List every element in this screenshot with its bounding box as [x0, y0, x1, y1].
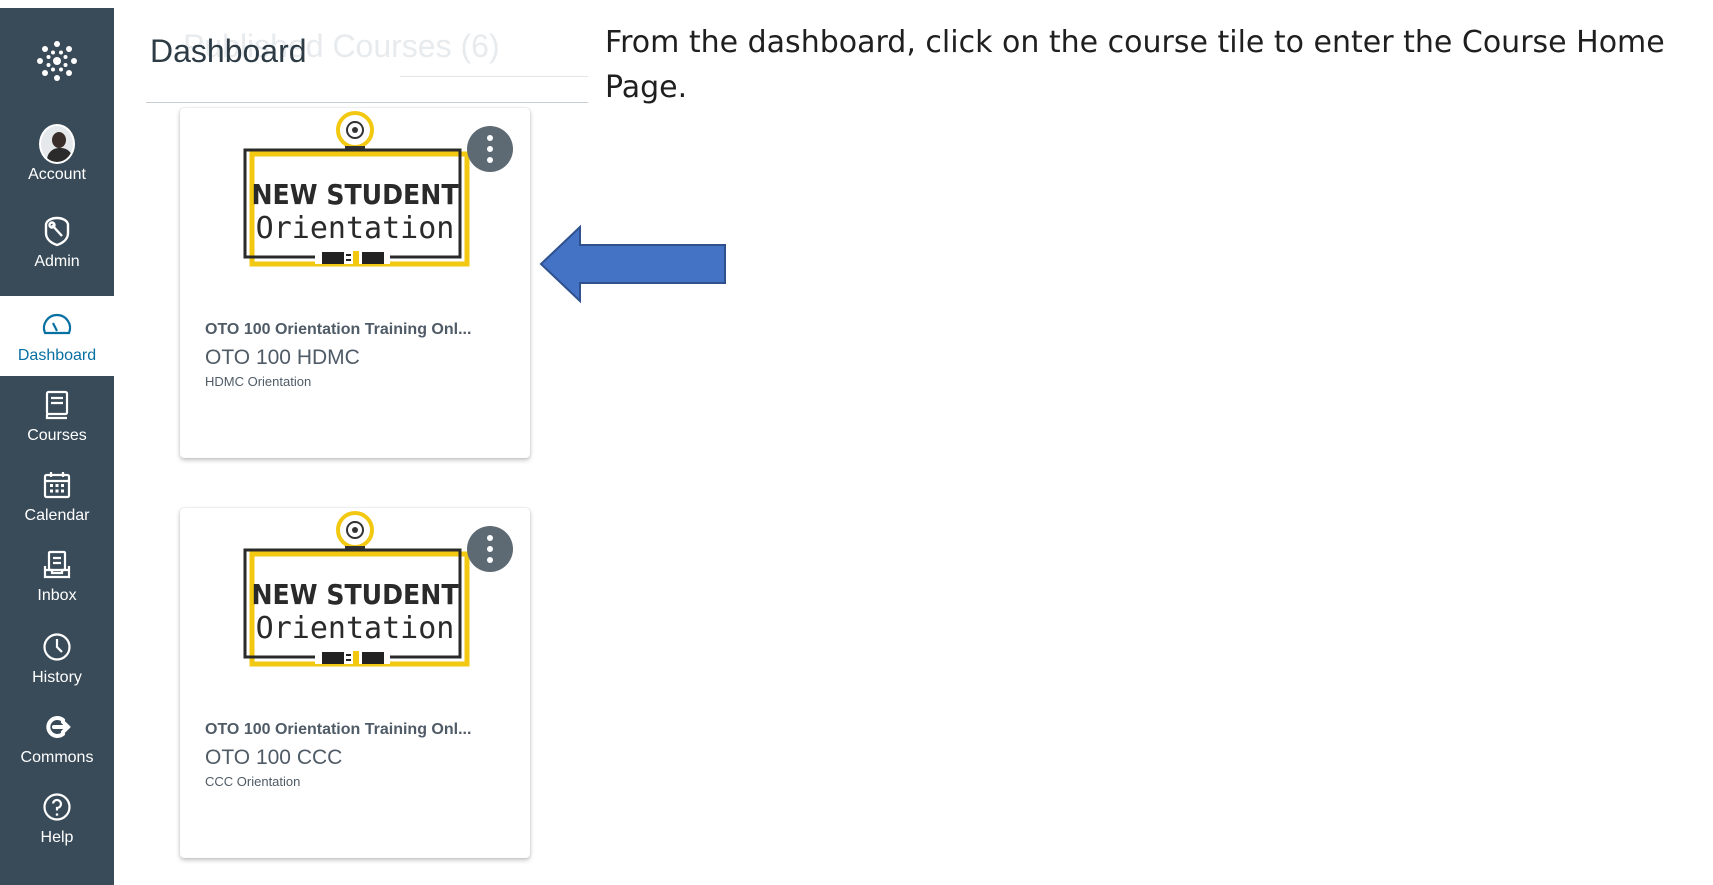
nav-courses-label: Courses: [27, 427, 87, 444]
nav-history-label: History: [32, 669, 82, 686]
hero-line-1: NEW STUDENT: [251, 578, 459, 611]
plug-icon: [315, 250, 390, 264]
nav-help[interactable]: Help: [0, 778, 114, 858]
nav-inbox[interactable]: Inbox: [0, 536, 114, 616]
canvas-logo-icon[interactable]: [0, 8, 114, 113]
instruction-text: From the dashboard, click on the course …: [605, 25, 1665, 105]
nav-courses[interactable]: Courses: [0, 376, 114, 456]
nav-inbox-label: Inbox: [37, 587, 77, 604]
avatar: [39, 124, 75, 164]
kebab-dot: [487, 546, 493, 552]
course-code: OTO 100 HDMC: [205, 346, 360, 369]
divider: [146, 102, 588, 103]
nav-dashboard-label: Dashboard: [17, 347, 97, 364]
hero-line-1: NEW STUDENT: [251, 178, 459, 211]
book-icon: [39, 387, 75, 423]
divider: [400, 76, 588, 77]
help-icon: [39, 789, 75, 825]
course-card[interactable]: NEW STUDENT Orientation OTO 100 Orientat…: [180, 108, 530, 458]
nav-calendar[interactable]: Calendar: [0, 456, 114, 536]
inbox-icon: [39, 547, 75, 583]
course-term: CCC Orientation: [205, 774, 301, 789]
kebab-dot: [487, 135, 493, 141]
shield-icon: [39, 213, 75, 249]
plug-icon: [315, 650, 390, 664]
nav-admin-label: Admin: [34, 253, 80, 270]
course-title-link[interactable]: OTO 100 Orientation Training Onl...: [205, 321, 515, 339]
hero-line-2: Orientation: [256, 211, 455, 246]
left-arrow-icon: [539, 224, 726, 304]
commons-icon: [39, 709, 75, 745]
nav-commons[interactable]: Commons: [0, 698, 114, 778]
nav-account-label: Account: [28, 166, 86, 183]
nav-calendar-label: Calendar: [24, 507, 90, 524]
nav-account[interactable]: Account: [0, 115, 114, 195]
course-card[interactable]: NEW STUDENT Orientation OTO 100 Orientat…: [180, 508, 530, 858]
course-title-link[interactable]: OTO 100 Orientation Training Onl...: [205, 721, 515, 739]
lightbulb-icon: [336, 511, 374, 554]
nav-commons-label: Commons: [20, 749, 94, 766]
kebab-dot: [487, 535, 493, 541]
nav-history[interactable]: History: [0, 618, 114, 698]
page-title: Dashboard: [150, 33, 307, 69]
speedometer-icon: [39, 307, 75, 343]
nav-dashboard[interactable]: Dashboard: [0, 296, 114, 376]
clock-icon: [39, 629, 75, 665]
nav-help-label: Help: [40, 829, 74, 846]
hero-line-2: Orientation: [256, 611, 455, 646]
kebab-dot: [487, 157, 493, 163]
kebab-dot: [487, 557, 493, 563]
course-term: HDMC Orientation: [205, 374, 312, 389]
course-code: OTO 100 CCC: [205, 746, 343, 769]
nav-admin[interactable]: Admin: [0, 202, 114, 282]
kebab-dot: [487, 146, 493, 152]
global-nav: Account Admin Dashboard Courses Calendar…: [0, 8, 114, 885]
lightbulb-icon: [336, 111, 374, 154]
card-options-button[interactable]: [467, 126, 513, 172]
calendar-icon: [39, 467, 75, 503]
card-options-button[interactable]: [467, 526, 513, 572]
